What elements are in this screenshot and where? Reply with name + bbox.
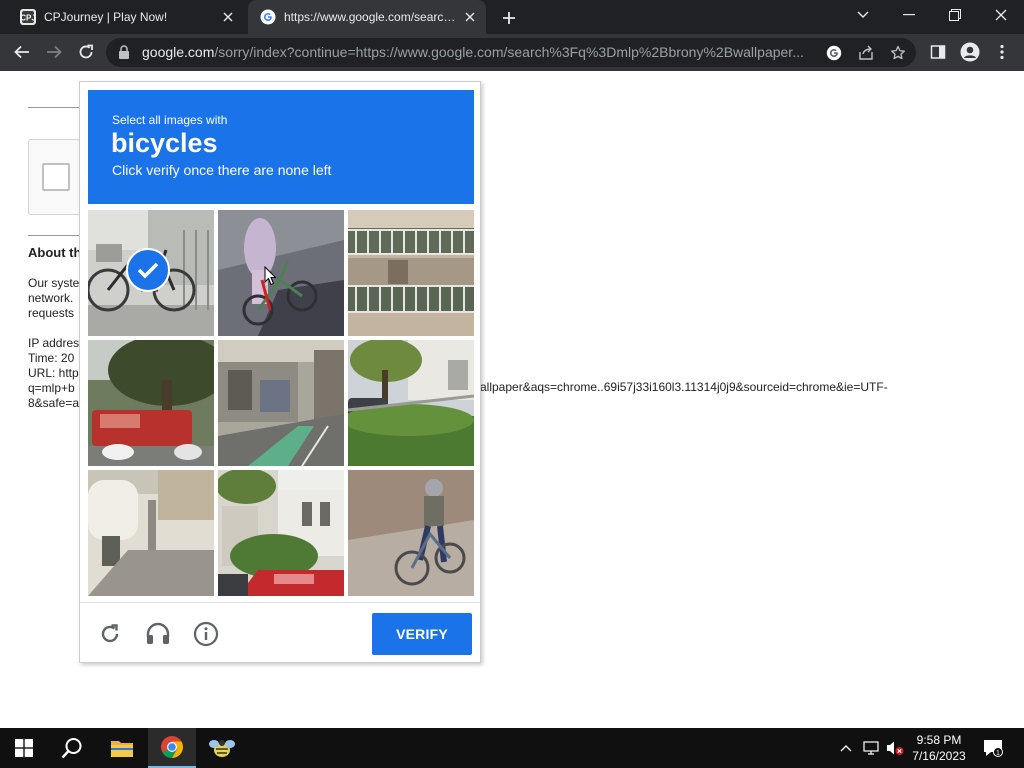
- instruction-line: Select all images with: [112, 113, 228, 127]
- tab-strip: CPJ CPJourney | Play Now! https://www.go…: [0, 0, 1024, 34]
- instruction-hint: Click verify once there are none left: [112, 162, 332, 178]
- page-text-line: Time: 20: [28, 351, 75, 365]
- start-windows-icon[interactable]: [0, 728, 48, 768]
- mouse-cursor-icon: [264, 265, 277, 291]
- about-heading: About th: [28, 245, 82, 260]
- tab-cpjourney[interactable]: CPJ CPJourney | Play Now!: [8, 0, 244, 34]
- close-tab-icon[interactable]: [460, 7, 480, 27]
- close-window-icon[interactable]: [978, 0, 1024, 30]
- tab-google-search[interactable]: https://www.google.com/search?q=mlp+bron…: [248, 0, 486, 34]
- more-menu-icon[interactable]: [990, 40, 1014, 64]
- image-tile[interactable]: [348, 210, 474, 336]
- image-tile[interactable]: [218, 210, 344, 336]
- google-lens-icon[interactable]: [824, 43, 844, 63]
- volume-muted-icon[interactable]: [884, 728, 906, 768]
- search-icon[interactable]: [48, 728, 96, 768]
- back-arrow-icon[interactable]: [10, 40, 34, 64]
- share-icon[interactable]: [856, 43, 876, 63]
- clock-date: 7/16/2023: [912, 749, 966, 763]
- close-tab-icon[interactable]: [218, 7, 238, 27]
- reload-icon[interactable]: [74, 40, 98, 64]
- address-url[interactable]: google.com/sorry/index?continue=https://…: [142, 38, 818, 67]
- audio-challenge-headphones-icon[interactable]: [145, 621, 171, 647]
- show-hidden-icons-chevron-up-icon[interactable]: [836, 728, 856, 768]
- info-icon[interactable]: [193, 621, 219, 647]
- image-tile[interactable]: [348, 470, 474, 596]
- page-text-line: Our syste: [28, 276, 80, 290]
- verify-button[interactable]: VERIFY: [372, 613, 472, 655]
- forward-arrow-icon[interactable]: [42, 40, 66, 64]
- divider: [28, 107, 80, 108]
- url-text-tail: allpaper&aqs=chrome..69i57j33i160l3.1131…: [480, 380, 888, 394]
- tab-title: https://www.google.com/search?q=mlp+bron…: [284, 10, 460, 24]
- divider: [28, 235, 80, 236]
- minimize-window-icon[interactable]: [886, 0, 932, 30]
- page-text-line: requests: [28, 306, 75, 320]
- lock-icon[interactable]: [118, 45, 130, 64]
- image-tile[interactable]: [88, 470, 214, 596]
- page-text-line: q=mlp+b: [28, 381, 75, 395]
- notification-count: 1: [996, 750, 1000, 757]
- recaptcha-checkbox[interactable]: [42, 163, 70, 191]
- game-app-icon[interactable]: [198, 728, 246, 768]
- image-tile[interactable]: [218, 470, 344, 596]
- windows-taskbar: 9:58 PM 7/16/2023 1: [0, 728, 1024, 768]
- svg-text:CPJ: CPJ: [20, 14, 36, 23]
- new-tab-icon[interactable]: [498, 7, 520, 29]
- profile-avatar-icon[interactable]: [958, 40, 982, 64]
- chrome-taskbar-icon[interactable]: [148, 728, 196, 768]
- cpjourney-favicon-icon: CPJ: [20, 9, 36, 25]
- image-tile[interactable]: [348, 340, 474, 466]
- notification-center-icon[interactable]: 1: [978, 728, 1008, 768]
- recaptcha-challenge: Select all images with bicycles Click ve…: [79, 81, 481, 663]
- browser-toolbar: google.com/sorry/index?continue=https://…: [0, 34, 1024, 71]
- image-grid: [88, 210, 474, 596]
- tab-search-chevron-down-icon[interactable]: [840, 0, 886, 30]
- image-tile[interactable]: [218, 340, 344, 466]
- target-object: bicycles: [111, 128, 218, 158]
- page-text-line: URL: http: [28, 366, 79, 380]
- page-text-line: 8&safe=a: [28, 396, 80, 410]
- challenge-header: Select all images with bicycles Click ve…: [88, 90, 474, 204]
- network-icon[interactable]: [860, 728, 882, 768]
- restore-window-icon[interactable]: [932, 0, 978, 30]
- file-explorer-folder-icon[interactable]: [98, 728, 146, 768]
- reload-challenge-icon[interactable]: [97, 621, 123, 647]
- google-favicon-icon: [260, 9, 276, 25]
- system-clock[interactable]: 9:58 PM 7/16/2023: [908, 732, 970, 764]
- bookmark-star-icon[interactable]: [888, 43, 908, 63]
- tab-title: CPJourney | Play Now!: [44, 10, 168, 24]
- challenge-footer: VERIFY: [80, 602, 480, 662]
- selected-check-icon: [126, 248, 170, 292]
- side-panel-icon[interactable]: [926, 40, 950, 64]
- address-bar[interactable]: google.com/sorry/index?continue=https://…: [106, 38, 916, 67]
- image-tile[interactable]: [88, 340, 214, 466]
- page-text-line: network.: [28, 291, 74, 305]
- image-tile[interactable]: [88, 210, 214, 336]
- clock-time: 9:58 PM: [916, 733, 962, 747]
- page-text-line: IP addres: [28, 336, 80, 350]
